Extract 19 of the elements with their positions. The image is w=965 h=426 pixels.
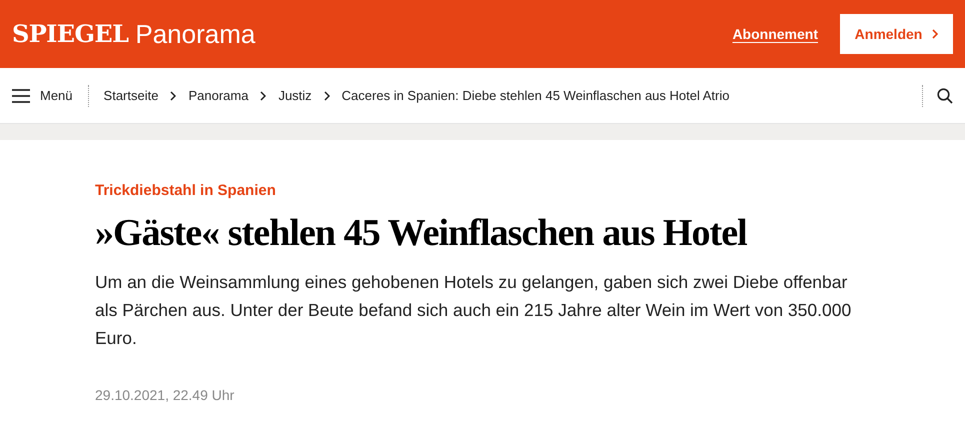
breadcrumb-link[interactable]: Caceres in Spanien: Diebe stehlen 45 Weinflaschen aus Hotel Atrio — [342, 86, 730, 106]
search-icon[interactable] — [937, 88, 953, 104]
breadcrumb-link[interactable]: Justiz — [278, 86, 312, 106]
article-teaser: Um an die Weinsammlung eines gehobenen Hotels zu gelangen, gaben sich zwei Diebe offenbar als Pärchen aus. Unter der Beute befand sich auch ein 215 Jahre alter Wein im Wert von 350.000 Euro. — [95, 271, 852, 350]
publish-date: 29.10.2021, 22.49 Uhr — [95, 386, 236, 405]
section-title[interactable]: Panorama — [135, 21, 256, 47]
menu-icon — [12, 88, 30, 102]
chevron-icon — [932, 29, 938, 39]
chevron-icon — [170, 90, 176, 100]
article-kicker: Trickdiebstahl in Spanien — [95, 181, 277, 201]
chevron-icon — [324, 90, 330, 100]
subscription-link[interactable]: Abonnement — [732, 24, 818, 44]
breadcrumb-link[interactable]: Panorama — [188, 86, 248, 106]
login-button[interactable]: Anmelden — [840, 14, 953, 54]
menu-button[interactable]: Menü — [12, 86, 73, 106]
brand-logo[interactable]: SPIEGEL — [12, 22, 128, 46]
chevron-icon — [260, 90, 266, 100]
article-headline: »Gäste« stehlen 45 Weinflaschen aus Hotel — [95, 211, 748, 255]
breadcrumb-link[interactable]: Startseite — [104, 86, 158, 106]
